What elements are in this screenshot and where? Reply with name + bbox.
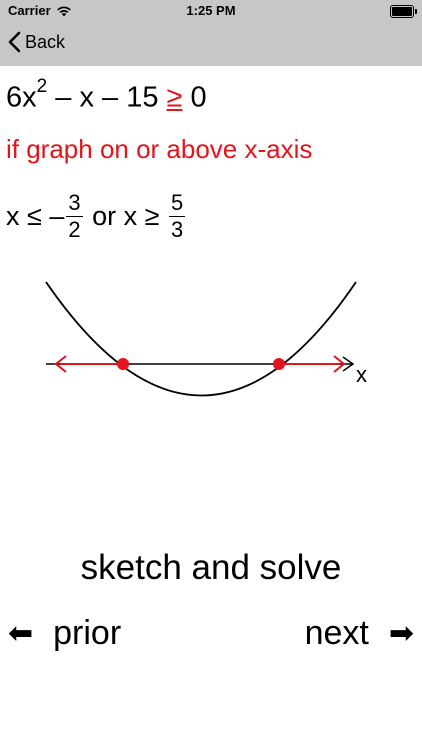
equation-rhs: 0 (182, 81, 207, 114)
right-arrow-icon: ➡ (388, 617, 414, 650)
solution-left-fraction: 3 2 (66, 190, 83, 242)
parabola-curve (45, 281, 357, 397)
equation-operator: ≥ (166, 81, 183, 114)
solution-expression: x ≤ – 3 2 or x ≥ 5 3 (6, 192, 187, 241)
prior-button[interactable]: ⬅ prior (8, 614, 121, 653)
chevron-left-icon (8, 31, 21, 53)
next-button[interactable]: next ➡ (305, 614, 414, 653)
x-axis-label: x (356, 362, 367, 387)
navigation-bar: Back (0, 22, 422, 66)
equation-rest: – x – 15 (47, 81, 167, 114)
prior-label: prior (53, 614, 122, 652)
left-root-point (117, 358, 129, 370)
left-arrow-icon: ⬅ (8, 617, 34, 650)
status-bar: Carrier 1:25 PM (0, 0, 422, 22)
left-denominator: 2 (68, 217, 81, 242)
parabola-sketch: x (45, 281, 367, 397)
solution-left-part: x ≤ – (6, 201, 65, 231)
right-root-point (273, 358, 285, 370)
inequality-equation: 6x2 – x – 15 ≥ 0 (6, 76, 207, 115)
battery-icon (390, 5, 417, 18)
solution-middle: or x ≥ (84, 201, 167, 231)
right-numerator: 5 (168, 190, 186, 217)
footer-navigation: ⬅ prior next ➡ (0, 614, 422, 664)
right-denominator: 3 (170, 217, 184, 242)
equation-exponent: 2 (36, 76, 48, 97)
equation-lead: 6x (6, 81, 37, 114)
left-numerator: 3 (66, 190, 83, 217)
next-label: next (304, 614, 369, 652)
condition-text: if graph on or above x-axis (6, 134, 313, 164)
back-label: Back (25, 31, 66, 52)
back-button[interactable]: Back (8, 31, 65, 53)
solution-right-fraction: 5 3 (168, 190, 186, 242)
status-time: 1:25 PM (186, 3, 236, 18)
lesson-title: sketch and solve (80, 548, 342, 587)
